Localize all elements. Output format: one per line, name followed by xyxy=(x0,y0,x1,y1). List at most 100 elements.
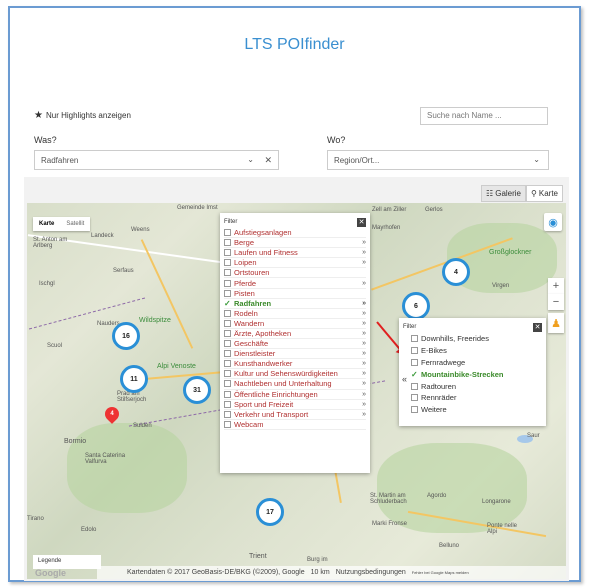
filter-item[interactable]: Verkehr und Transport » xyxy=(224,410,366,420)
checkbox[interactable] xyxy=(224,329,231,337)
subfilter-item[interactable]: ✓ Mountainbike-Strecken xyxy=(411,368,542,380)
zoom-in-button[interactable]: + xyxy=(548,278,564,294)
checkbox[interactable] xyxy=(411,406,418,414)
poi-cluster[interactable]: 17 xyxy=(256,498,284,526)
highlights-toggle[interactable]: ★ Nur Highlights anzeigen xyxy=(34,110,131,121)
search-input[interactable]: Suche nach Name ... xyxy=(420,107,548,125)
subfilter-item[interactable]: Rennräder xyxy=(411,392,542,404)
expand-chevron-icon[interactable]: » xyxy=(362,259,366,266)
checkbox[interactable] xyxy=(411,382,418,390)
filter-item[interactable]: Öffentliche Einrichtungen » xyxy=(224,390,366,400)
expand-chevron-icon[interactable]: » xyxy=(362,360,366,367)
street-view-button[interactable]: ♟ xyxy=(548,313,564,333)
checkbox[interactable] xyxy=(224,370,231,378)
checkbox[interactable] xyxy=(224,269,231,277)
expand-chevron-icon[interactable]: » xyxy=(362,350,366,357)
subfilter-item-label: Rennräder xyxy=(421,393,457,403)
filter-item[interactable]: Kultur und Sehenswürdigkeiten » xyxy=(224,369,366,380)
filter-item[interactable]: Pisten xyxy=(224,289,366,299)
zoom-out-button[interactable]: − xyxy=(548,294,564,310)
checkbox[interactable] xyxy=(224,259,231,267)
galerie-button[interactable]: ☷ Galerie xyxy=(481,185,527,202)
filter-item[interactable]: Pferde » xyxy=(224,278,366,289)
expand-chevron-icon[interactable]: » xyxy=(362,380,366,387)
poi-cluster[interactable]: 31 xyxy=(183,376,211,404)
expand-chevron-icon[interactable]: » xyxy=(362,280,366,287)
poi-cluster[interactable]: 16 xyxy=(112,322,140,350)
checkmark-icon[interactable]: ✓ xyxy=(411,370,418,379)
checkbox[interactable] xyxy=(224,340,231,348)
wo-select[interactable]: Region/Ort... ⌄ xyxy=(327,150,549,170)
checkbox[interactable] xyxy=(224,229,231,237)
filter-item[interactable]: Kunsthandwerker » xyxy=(224,359,366,370)
clear-icon[interactable]: ✕ xyxy=(264,155,272,166)
close-icon[interactable]: ✕ xyxy=(357,217,366,227)
checkbox[interactable] xyxy=(224,319,231,327)
terms-link[interactable]: Nutzungsbedingungen xyxy=(336,569,406,576)
filter-item[interactable]: Nachtleben und Unterhaltung » xyxy=(224,379,366,390)
filter-item[interactable]: Laufen und Fitness » xyxy=(224,248,366,259)
expand-chevron-icon[interactable]: » xyxy=(362,391,366,398)
filter-item[interactable]: Geschäfte » xyxy=(224,339,366,350)
checkbox[interactable] xyxy=(224,420,231,428)
subfilter-item-label: Fernradwege xyxy=(421,357,466,367)
filter-item[interactable]: Berge » xyxy=(224,238,366,249)
expand-chevron-icon[interactable]: » xyxy=(362,310,366,317)
expand-chevron-icon[interactable]: » xyxy=(362,239,366,246)
poi-cluster[interactable]: 6 xyxy=(402,292,430,320)
poi-cluster[interactable]: 11 xyxy=(120,365,148,393)
subfilter-item[interactable]: Downhills, Freerides xyxy=(411,333,542,345)
close-icon[interactable]: ✕ xyxy=(533,322,542,332)
my-location-button[interactable]: ◉ xyxy=(544,213,562,231)
filter-item[interactable]: ✓ Radfahren » xyxy=(224,299,366,309)
map-view[interactable]: Gemeinde Imst Weens St. Anton am Arlberg… xyxy=(27,203,566,579)
expand-chevron-icon[interactable]: » xyxy=(362,330,366,337)
filter-item[interactable]: Loipen » xyxy=(224,258,366,269)
checkbox[interactable] xyxy=(224,309,231,317)
subfilter-item[interactable]: E-Bikes xyxy=(411,345,542,357)
map-type-satellit[interactable]: Satellit xyxy=(60,217,90,231)
checkbox[interactable] xyxy=(411,347,418,355)
subfilter-item[interactable]: Fernradwege xyxy=(411,357,542,369)
checkbox[interactable] xyxy=(224,289,231,297)
legend-button[interactable]: Legende xyxy=(33,555,101,569)
expand-chevron-icon[interactable]: » xyxy=(362,411,366,418)
filter-item[interactable]: Ortstouren xyxy=(224,268,366,279)
checkbox[interactable] xyxy=(224,400,231,408)
checkbox[interactable] xyxy=(224,360,231,368)
expand-chevron-icon[interactable]: » xyxy=(362,370,366,377)
checkbox[interactable] xyxy=(411,394,418,402)
checkbox[interactable] xyxy=(224,390,231,398)
karte-button[interactable]: ⚲ Karte xyxy=(526,185,563,202)
checkbox[interactable] xyxy=(224,239,231,247)
filter-item[interactable]: Sport und Freizeit » xyxy=(224,400,366,410)
expand-chevron-icon[interactable]: » xyxy=(362,340,366,347)
filter-item[interactable]: Aufstiegsanlagen xyxy=(224,228,366,239)
report-link[interactable]: Fehler bei Google Maps melden xyxy=(412,570,469,575)
filter-item[interactable]: Wandern » xyxy=(224,319,366,329)
poi-cluster[interactable]: 4 xyxy=(442,258,470,286)
filter-item[interactable]: Dienstleister » xyxy=(224,349,366,360)
checkmark-icon[interactable]: ✓ xyxy=(224,299,231,308)
checkbox[interactable] xyxy=(224,380,231,388)
checkbox[interactable] xyxy=(224,249,231,257)
subfilter-item[interactable]: Weitere xyxy=(411,404,542,416)
checkbox[interactable] xyxy=(224,410,231,418)
was-select[interactable]: Radfahren ⌄ ✕ xyxy=(34,150,279,170)
expand-chevron-icon[interactable]: » xyxy=(362,249,366,256)
filter-item[interactable]: Ärzte, Apotheken » xyxy=(224,329,366,340)
filter-item[interactable]: Rodeln » xyxy=(224,309,366,319)
subfilter-list: Downhills, Freerides E-Bikes Fernradwege ✓ M… xyxy=(411,333,542,416)
back-chevron-icon[interactable]: « xyxy=(402,374,407,384)
checkbox[interactable] xyxy=(224,279,231,287)
expand-chevron-icon[interactable]: » xyxy=(362,401,366,408)
checkbox[interactable] xyxy=(411,335,418,343)
checkbox[interactable] xyxy=(411,358,418,366)
subfilter-item[interactable]: Radtouren xyxy=(411,380,542,392)
checkbox[interactable] xyxy=(224,350,231,358)
map-type-karte[interactable]: Karte xyxy=(33,217,60,231)
filter-item[interactable]: Webcam xyxy=(224,420,366,430)
expand-chevron-icon[interactable]: » xyxy=(362,300,366,307)
map-pin-icon[interactable]: 4 xyxy=(102,404,122,424)
expand-chevron-icon[interactable]: » xyxy=(362,320,366,327)
